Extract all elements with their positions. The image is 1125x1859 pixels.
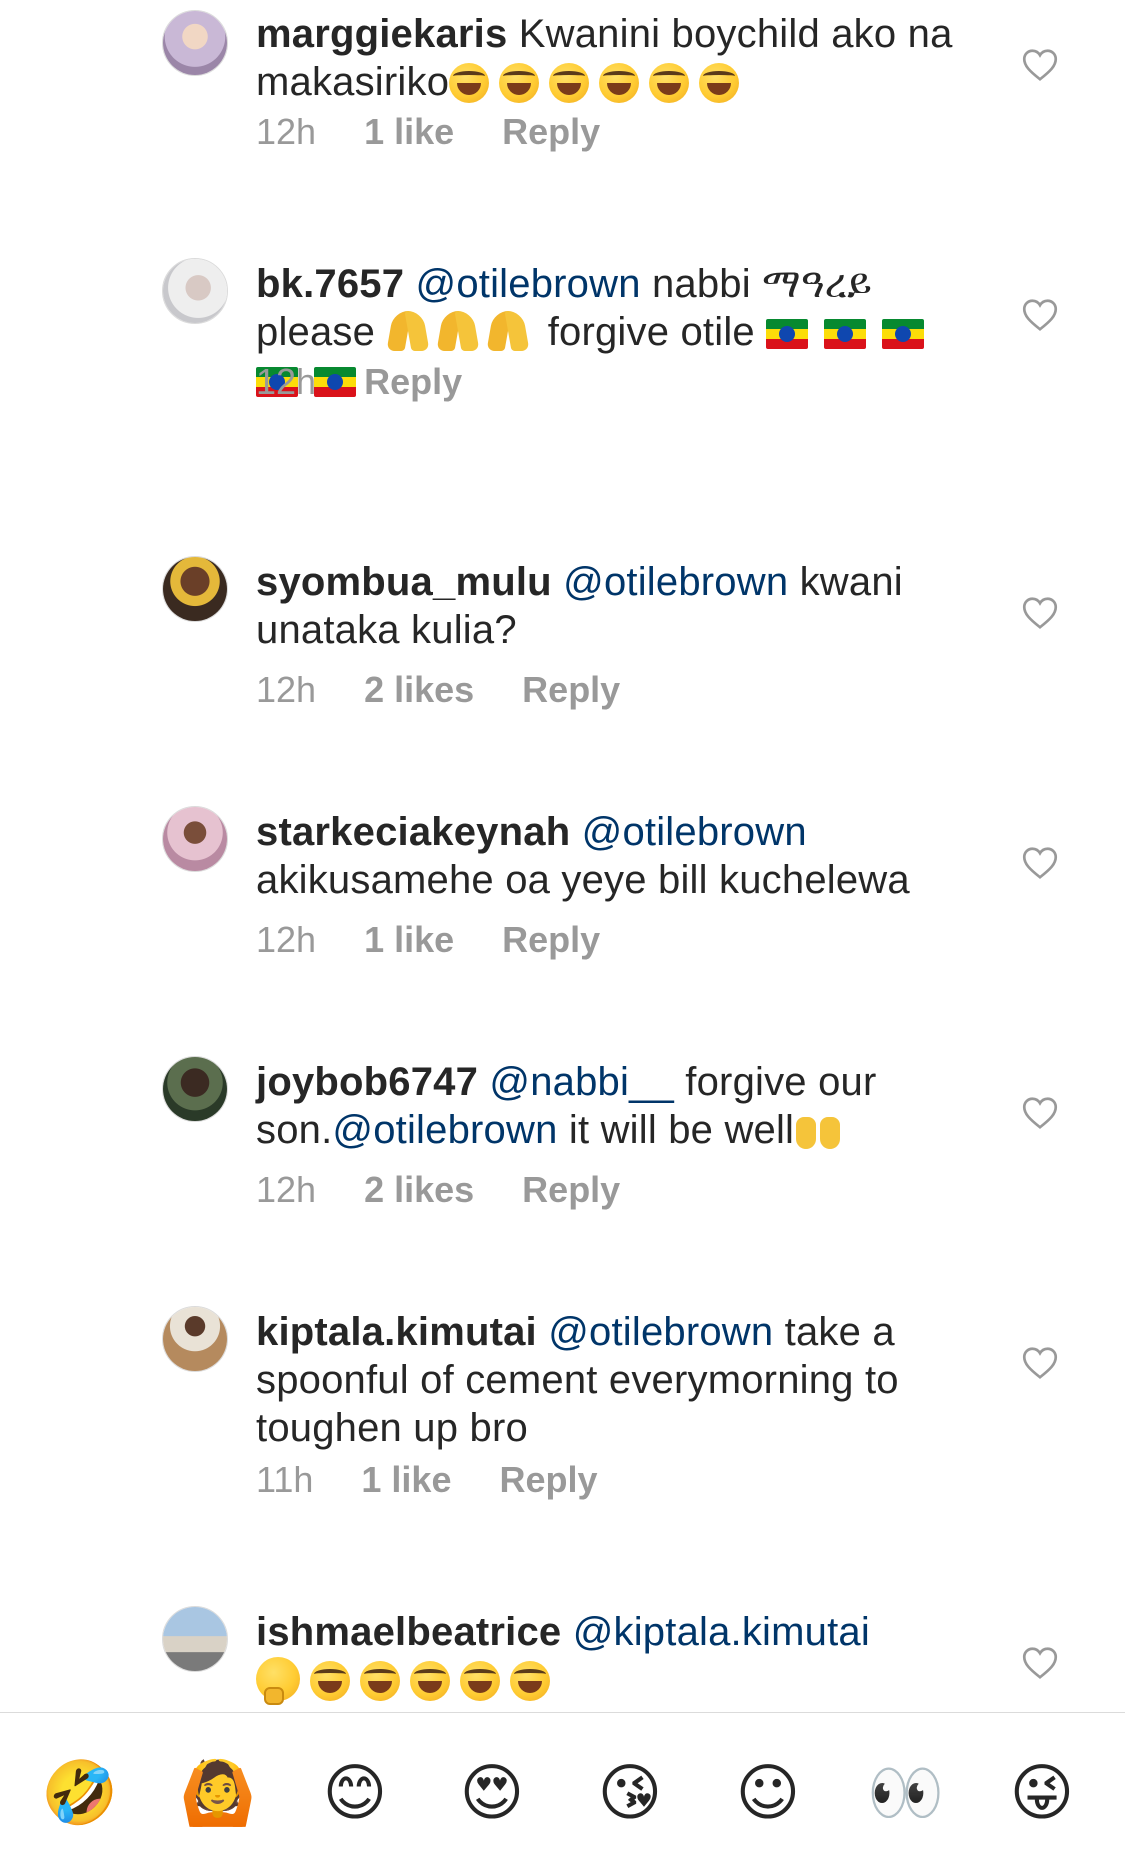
comment-username[interactable]: kiptala.kimutai [256,1310,537,1354]
comment-text: kiptala.kimutai @otilebrown take a spoon… [256,1308,956,1452]
comment-meta: 12h 1 like Reply [256,920,600,960]
mention-link[interactable]: @nabbi__ [489,1060,674,1104]
laughing-tears-emoji [499,63,540,103]
comment-likes[interactable]: 2 likes [364,1170,474,1210]
rolling-on-floor-laughing-emoji-button[interactable]: 🤣 [40,1753,120,1833]
quick-emoji-bar: 🤣 🙆 😊 😍 😘 ☺ 👀 😜 [0,1713,1125,1859]
comment-body: forgive otile [536,310,767,354]
rofl-emoji [410,1661,450,1701]
comment-likes[interactable]: 1 like [361,1460,451,1500]
folded-hands-emoji [386,311,430,353]
mention-link[interactable]: @otilebrown [548,1310,773,1354]
comment-time: 12h [256,919,317,960]
heart-icon[interactable] [1022,846,1058,880]
ethiopia-flag-emoji [766,319,809,349]
comment-username[interactable]: marggiekaris [256,12,507,56]
eyes-emoji-button[interactable]: 👀 [866,1753,946,1833]
avatar[interactable] [162,258,228,324]
comment-time: 11h [256,1459,314,1500]
smiling-face-emoji-button[interactable]: 😊 [315,1753,395,1833]
comment-likes[interactable]: 1 like [364,112,454,152]
comment-username[interactable]: bk.7657 [256,262,404,306]
heart-icon[interactable] [1022,1346,1058,1380]
face-blowing-kiss-emoji-button[interactable]: 😘 [590,1753,670,1833]
avatar[interactable] [162,806,228,872]
avatar[interactable] [162,1056,228,1122]
comment-username[interactable]: joybob6747 [256,1060,478,1104]
rofl-emoji [460,1661,500,1701]
mention-link[interactable]: @otilebrown [582,810,807,854]
folded-hands-emoji [436,311,480,353]
rofl-emoji [360,1661,400,1701]
reply-button[interactable]: Reply [502,112,600,152]
reply-button[interactable]: Reply [522,670,620,710]
reply-button[interactable]: Reply [522,1170,620,1210]
comment-body: akikusamehe oa yeye bill kuchelewa [256,858,910,902]
comment-meta: 12h Reply [256,362,462,402]
mention-link[interactable]: @otilebrown [332,1108,557,1152]
laughing-tears-emoji [549,63,590,103]
heart-icon[interactable] [1022,1096,1058,1130]
comment-time: 12h [256,111,317,152]
laughing-tears-emoji [449,63,490,103]
comment-likes[interactable]: 2 likes [364,670,474,710]
comment-meta: 11h 1 like Reply [256,1460,598,1500]
heart-icon[interactable] [1022,48,1058,82]
relieved-smiling-face-emoji-button[interactable]: ☺ [728,1753,808,1833]
reply-button[interactable]: Reply [499,1460,597,1500]
comment-time: 12h [256,669,317,710]
woman-gesturing-ok-emoji-button[interactable]: 🙆 [178,1753,258,1833]
avatar[interactable] [162,556,228,622]
heart-eyes-emoji-button[interactable]: 😍 [452,1753,532,1833]
comment-username[interactable]: starkeciakeynah [256,810,570,854]
mention-link[interactable]: @otilebrown [416,262,641,306]
heart-icon[interactable] [1022,1646,1058,1680]
comment-username[interactable]: syombua_mulu [256,560,552,604]
heart-icon[interactable] [1022,596,1058,630]
comment-time: 12h [256,361,317,402]
comment-text: joybob6747 @nabbi__ forgive our son.@oti… [256,1058,956,1154]
rofl-emoji [310,1661,350,1701]
comment-list: marggiekaris Kwanini boychild ako na mak… [0,0,1125,1712]
reply-button[interactable]: Reply [364,362,462,402]
mention-link[interactable]: @kiptala.kimutai [573,1610,870,1654]
laughing-tears-emoji [649,63,690,103]
avatar[interactable] [162,1306,228,1372]
raising-hands-emoji [794,1107,842,1149]
winking-tongue-face-emoji-button[interactable]: 😜 [1002,1753,1082,1833]
laughing-tears-emoji [599,63,640,103]
comment-text: starkeciakeynah @otilebrown akikusamehe … [256,808,956,904]
comment-text: ishmaelbeatrice @kiptala.kimutai [256,1608,956,1705]
ethiopia-flag-emoji [824,319,867,349]
comment-likes[interactable]: 1 like [364,920,454,960]
rofl-emoji [510,1661,550,1701]
thinking-face-emoji [256,1657,300,1705]
avatar[interactable] [162,10,228,76]
folded-hands-emoji [486,311,530,353]
comment-text: syombua_mulu @otilebrown kwani unataka k… [256,558,956,654]
comment-meta: 12h 2 likes Reply [256,1170,620,1210]
comment-meta: 12h 1 like Reply [256,112,600,152]
comment-text: marggiekaris Kwanini boychild ako na mak… [256,10,956,106]
avatar[interactable] [162,1606,228,1672]
comment-username[interactable]: ishmaelbeatrice [256,1610,561,1654]
comment-time: 12h [256,1169,317,1210]
laughing-tears-emoji [699,63,740,103]
mention-link[interactable]: @otilebrown [563,560,788,604]
reply-button[interactable]: Reply [502,920,600,960]
heart-icon[interactable] [1022,298,1058,332]
comment-meta: 12h 2 likes Reply [256,670,620,710]
ethiopia-flag-emoji [882,319,925,349]
comment-body: it will be well [557,1108,795,1152]
